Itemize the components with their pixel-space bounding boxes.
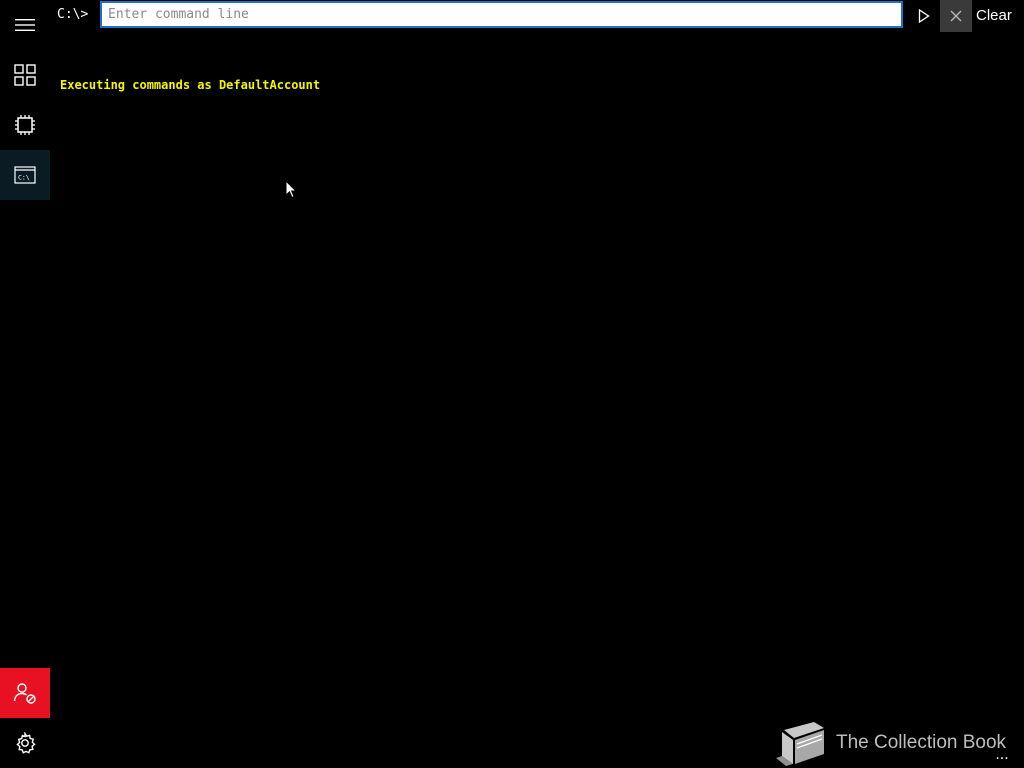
sidebar: C:\ (0, 0, 50, 768)
sidebar-item-command-prompt[interactable]: C:\ (0, 150, 50, 200)
hamburger-icon (15, 19, 35, 31)
close-icon (950, 10, 962, 22)
watermark: The Collection Book (774, 718, 1006, 768)
clear-input-button[interactable] (940, 0, 972, 32)
user-status-button[interactable] (0, 668, 50, 718)
gear-icon (16, 732, 36, 754)
user-blocked-icon (13, 683, 36, 704)
console-output: Executing commands as DefaultAccount (60, 40, 1000, 130)
settings-button[interactable] (0, 718, 50, 768)
device-portal-window: C:\ C:\> Enter command line Clear Execut… (0, 0, 1024, 768)
play-icon (918, 9, 930, 23)
watermark-text: The Collection Book (836, 732, 1007, 753)
more-options-button[interactable]: ... (988, 748, 1016, 762)
output-line: Executing commands as DefaultAccount (60, 78, 321, 92)
console-icon-label: C:\ (18, 174, 30, 182)
command-line-input[interactable] (100, 1, 903, 28)
run-command-button[interactable] (910, 1, 938, 31)
hamburger-menu-button[interactable] (0, 0, 50, 50)
dashboard-grid-icon (14, 64, 36, 86)
mouse-pointer-icon (285, 180, 297, 199)
chip-icon (15, 115, 35, 135)
clear-output-button[interactable]: Clear (976, 6, 1012, 26)
sidebar-item-dashboard[interactable] (0, 50, 50, 100)
console-icon: C:\ (14, 166, 36, 184)
book-icon (776, 722, 824, 766)
sidebar-item-processes[interactable] (0, 100, 50, 150)
command-prompt-label: C:\> (57, 7, 89, 22)
